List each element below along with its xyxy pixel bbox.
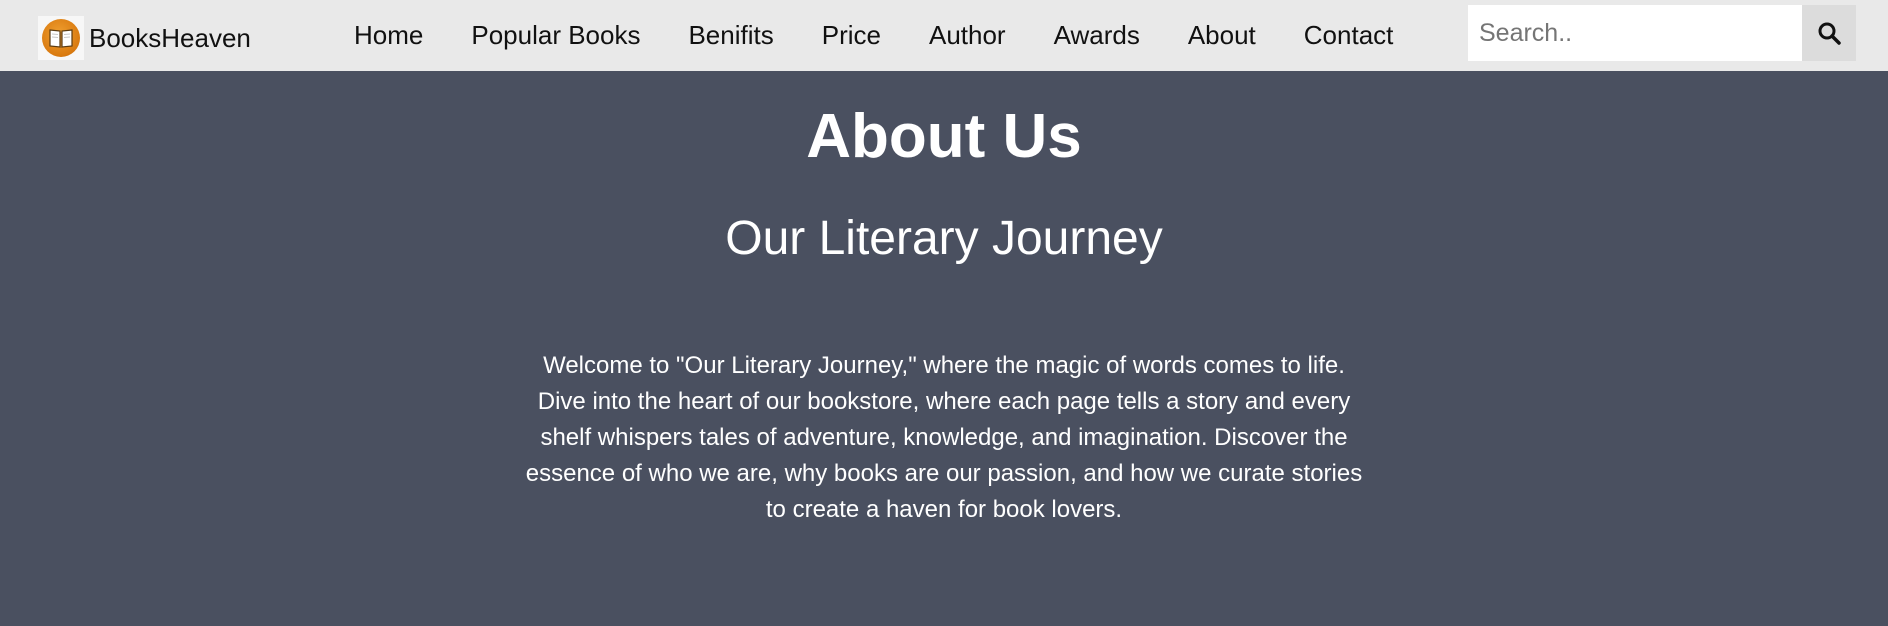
nav-popular-books[interactable]: Popular Books xyxy=(447,20,664,51)
brand-name[interactable]: BooksHeaven xyxy=(89,23,251,54)
main-nav: Home Popular Books Benifits Price Author… xyxy=(330,0,1417,71)
about-subtitle: Our Literary Journey xyxy=(725,212,1163,265)
logo[interactable] xyxy=(38,16,84,60)
nav-author[interactable]: Author xyxy=(905,20,1030,51)
about-section: About Us Our Literary Journey Welcome to… xyxy=(0,71,1888,626)
navbar: BooksHeaven Home Popular Books Benifits … xyxy=(0,0,1888,71)
about-description: Welcome to "Our Literary Journey," where… xyxy=(525,352,1363,523)
brand[interactable]: BooksHeaven xyxy=(38,16,251,60)
nav-price[interactable]: Price xyxy=(798,20,905,51)
search-icon xyxy=(1818,22,1841,45)
search-bar xyxy=(1468,5,1856,61)
nav-awards[interactable]: Awards xyxy=(1030,20,1164,51)
search-input[interactable] xyxy=(1468,5,1802,61)
nav-about[interactable]: About xyxy=(1164,20,1280,51)
nav-contact[interactable]: Contact xyxy=(1280,20,1418,51)
about-title: About Us xyxy=(806,102,1082,171)
search-button[interactable] xyxy=(1802,5,1856,61)
open-book-icon xyxy=(42,19,80,57)
nav-benifits[interactable]: Benifits xyxy=(664,20,797,51)
nav-home[interactable]: Home xyxy=(330,20,447,51)
